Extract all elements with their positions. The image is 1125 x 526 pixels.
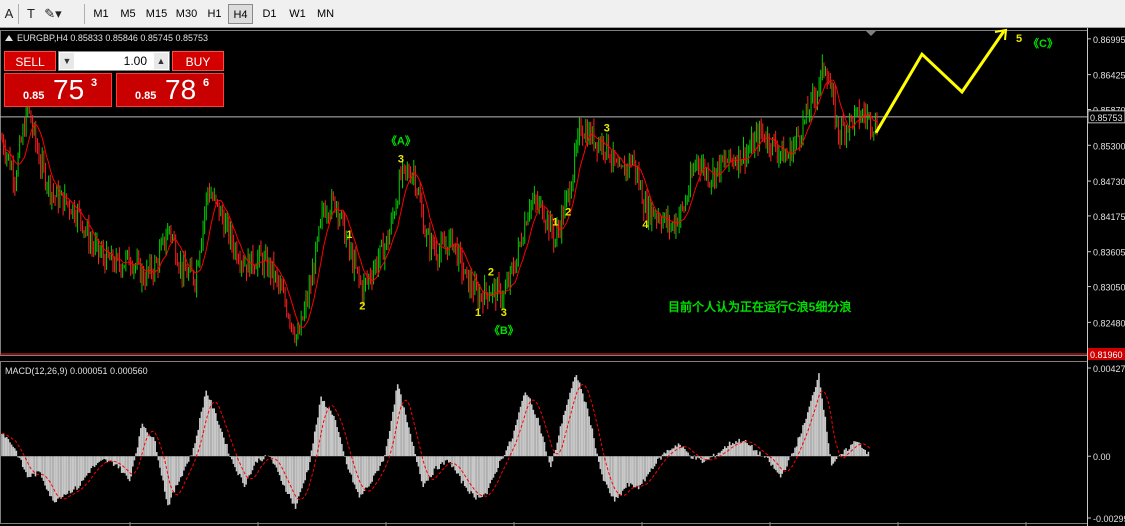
buy-price-prefix: 0.85 (135, 90, 157, 102)
timeframe-m5[interactable]: M5 (115, 4, 141, 24)
price-axis-tick: 0.85300 (1093, 141, 1125, 151)
wave-label: 《B》 (489, 324, 519, 337)
price-axis-tick: 0.83050 (1093, 283, 1125, 293)
current-price-label: 0.85753 (1090, 113, 1123, 123)
price-axis-tick: 0.84175 (1093, 212, 1125, 222)
timeframe-m15[interactable]: M15 (142, 4, 171, 24)
timeframe-mn[interactable]: MN (312, 4, 339, 24)
lot-size-value[interactable]: 1.00 (124, 52, 147, 70)
wave-label: 1 (475, 307, 481, 319)
collapse-triangle-icon (5, 35, 13, 41)
wave-label: 2 (565, 207, 571, 219)
macd-histogram (1, 373, 870, 509)
cursor-tool-icon[interactable]: T (22, 5, 40, 23)
projection-wave-line (874, 30, 1006, 134)
timeframe-d1[interactable]: D1 (256, 4, 283, 24)
sell-price-prefix: 0.85 (23, 90, 45, 102)
price-axis-tick: 0.82480 (1093, 318, 1125, 328)
timeframe-h4[interactable]: H4 (228, 4, 253, 24)
timeframe-m30[interactable]: M30 (172, 4, 201, 24)
wave-label: 《A》 (386, 135, 416, 148)
sell-price-main: 75 (53, 74, 85, 105)
wave-label: 1 (552, 216, 558, 228)
chart-toolbar: A T ✎▾ M1 M5 M15 M30 H1 H4 D1 W1 MN (0, 0, 1125, 28)
wave-label: 5 (1016, 33, 1022, 45)
price-axis-tick: 0.84730 (1093, 177, 1125, 187)
buy-price-main: 78 (165, 74, 197, 105)
macd-axis-tick: -0.00299 (1093, 514, 1125, 524)
buy-button[interactable]: BUY (172, 51, 224, 71)
toolbar-separator (84, 4, 85, 24)
macd-axis-tick: 0.00427 (1093, 364, 1125, 374)
macd-title: MACD(12,26,9) 0.000051 0.000560 (5, 366, 148, 376)
lot-decrease-icon[interactable]: ▼ (60, 53, 74, 69)
sell-price-box[interactable]: 0.85 75 3 (4, 73, 112, 107)
sell-button[interactable]: SELL (4, 51, 56, 71)
lot-increase-icon[interactable]: ▲ (154, 53, 168, 69)
timeframe-m1[interactable]: M1 (88, 4, 114, 24)
price-axis-tick: 0.86425 (1093, 71, 1125, 81)
sell-price-point: 3 (91, 77, 98, 89)
wave-label: 2 (359, 301, 365, 313)
symbol-info: EURGBP,H4 0.85833 0.85846 0.85745 0.8575… (17, 33, 208, 43)
timeframe-w1[interactable]: W1 (284, 4, 311, 24)
wave-label: 4 (642, 219, 649, 231)
timeframe-h1[interactable]: H1 (202, 4, 227, 24)
shapes-dropdown-icon[interactable]: ✎▾ (44, 5, 62, 23)
macd-axis-tick: 0.00 (1093, 452, 1111, 462)
chart-shift-marker-icon (866, 31, 876, 36)
buy-price-point: 6 (203, 77, 210, 89)
toolbar-separator (18, 4, 19, 24)
price-axis-tick: 0.83605 (1093, 248, 1125, 258)
one-click-trading-panel: SELL ▼ 1.00 ▲ BUY 0.85 75 3 0.85 78 6 (4, 51, 224, 107)
chart-annotation: 目前个人认为正在运行C浪5细分浪 (668, 299, 851, 314)
wave-label: 3 (604, 122, 610, 134)
wave-label: 3 (398, 154, 404, 166)
wave-label: 《C》 (1028, 37, 1058, 50)
low-price-label: 0.81960 (1090, 350, 1123, 360)
wave-label: 1 (346, 229, 352, 241)
lot-size-input[interactable]: ▼ 1.00 ▲ (58, 51, 170, 71)
text-label-icon[interactable]: A (0, 5, 18, 23)
wave-label: 3 (501, 307, 507, 319)
wave-label: 2 (488, 267, 494, 279)
price-axis-tick: 0.86995 (1093, 35, 1125, 45)
buy-price-box[interactable]: 0.85 78 6 (116, 73, 224, 107)
